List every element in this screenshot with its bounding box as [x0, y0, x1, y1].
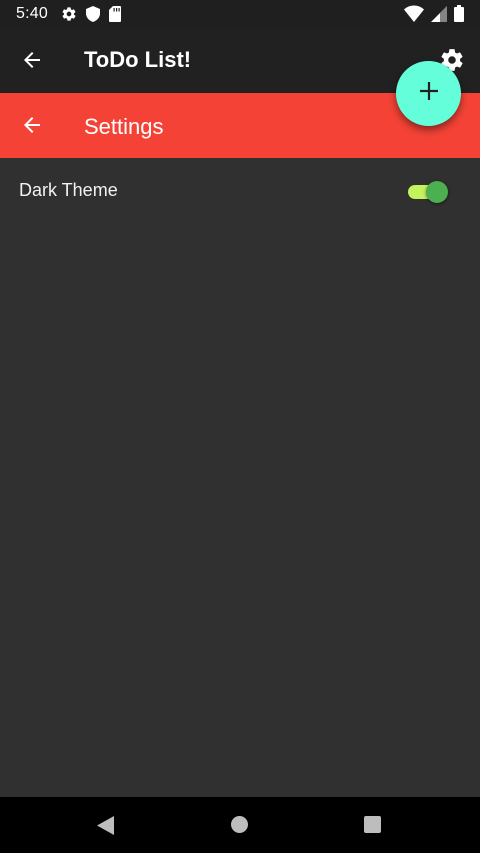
status-icons-right	[404, 5, 464, 22]
shield-icon	[85, 6, 100, 22]
add-task-button[interactable]	[396, 61, 461, 126]
status-bar: 5:40	[0, 0, 480, 28]
recents-square-icon[interactable]	[364, 816, 381, 833]
status-icons-left	[61, 6, 121, 22]
dark-theme-switch[interactable]	[406, 180, 452, 204]
app-title: ToDo List!	[84, 47, 192, 72]
status-time: 5:40	[16, 5, 48, 22]
navigation-bar	[0, 797, 480, 853]
back-triangle-icon[interactable]	[97, 816, 114, 840]
cell-signal-icon	[431, 5, 447, 22]
home-circle-icon[interactable]	[231, 816, 248, 833]
sd-card-icon	[108, 6, 121, 22]
arrow-back-icon[interactable]	[20, 113, 44, 137]
plus-icon	[418, 80, 440, 107]
settings-gear-icon	[61, 6, 77, 22]
wifi-icon	[404, 5, 424, 22]
battery-icon	[454, 5, 464, 22]
arrow-back-icon[interactable]	[20, 48, 44, 72]
setting-label-dark-theme: Dark Theme	[19, 180, 118, 200]
switch-thumb	[426, 181, 448, 203]
settings-title: Settings	[84, 114, 164, 139]
setting-row-dark-theme[interactable]: Dark Theme	[0, 158, 480, 224]
